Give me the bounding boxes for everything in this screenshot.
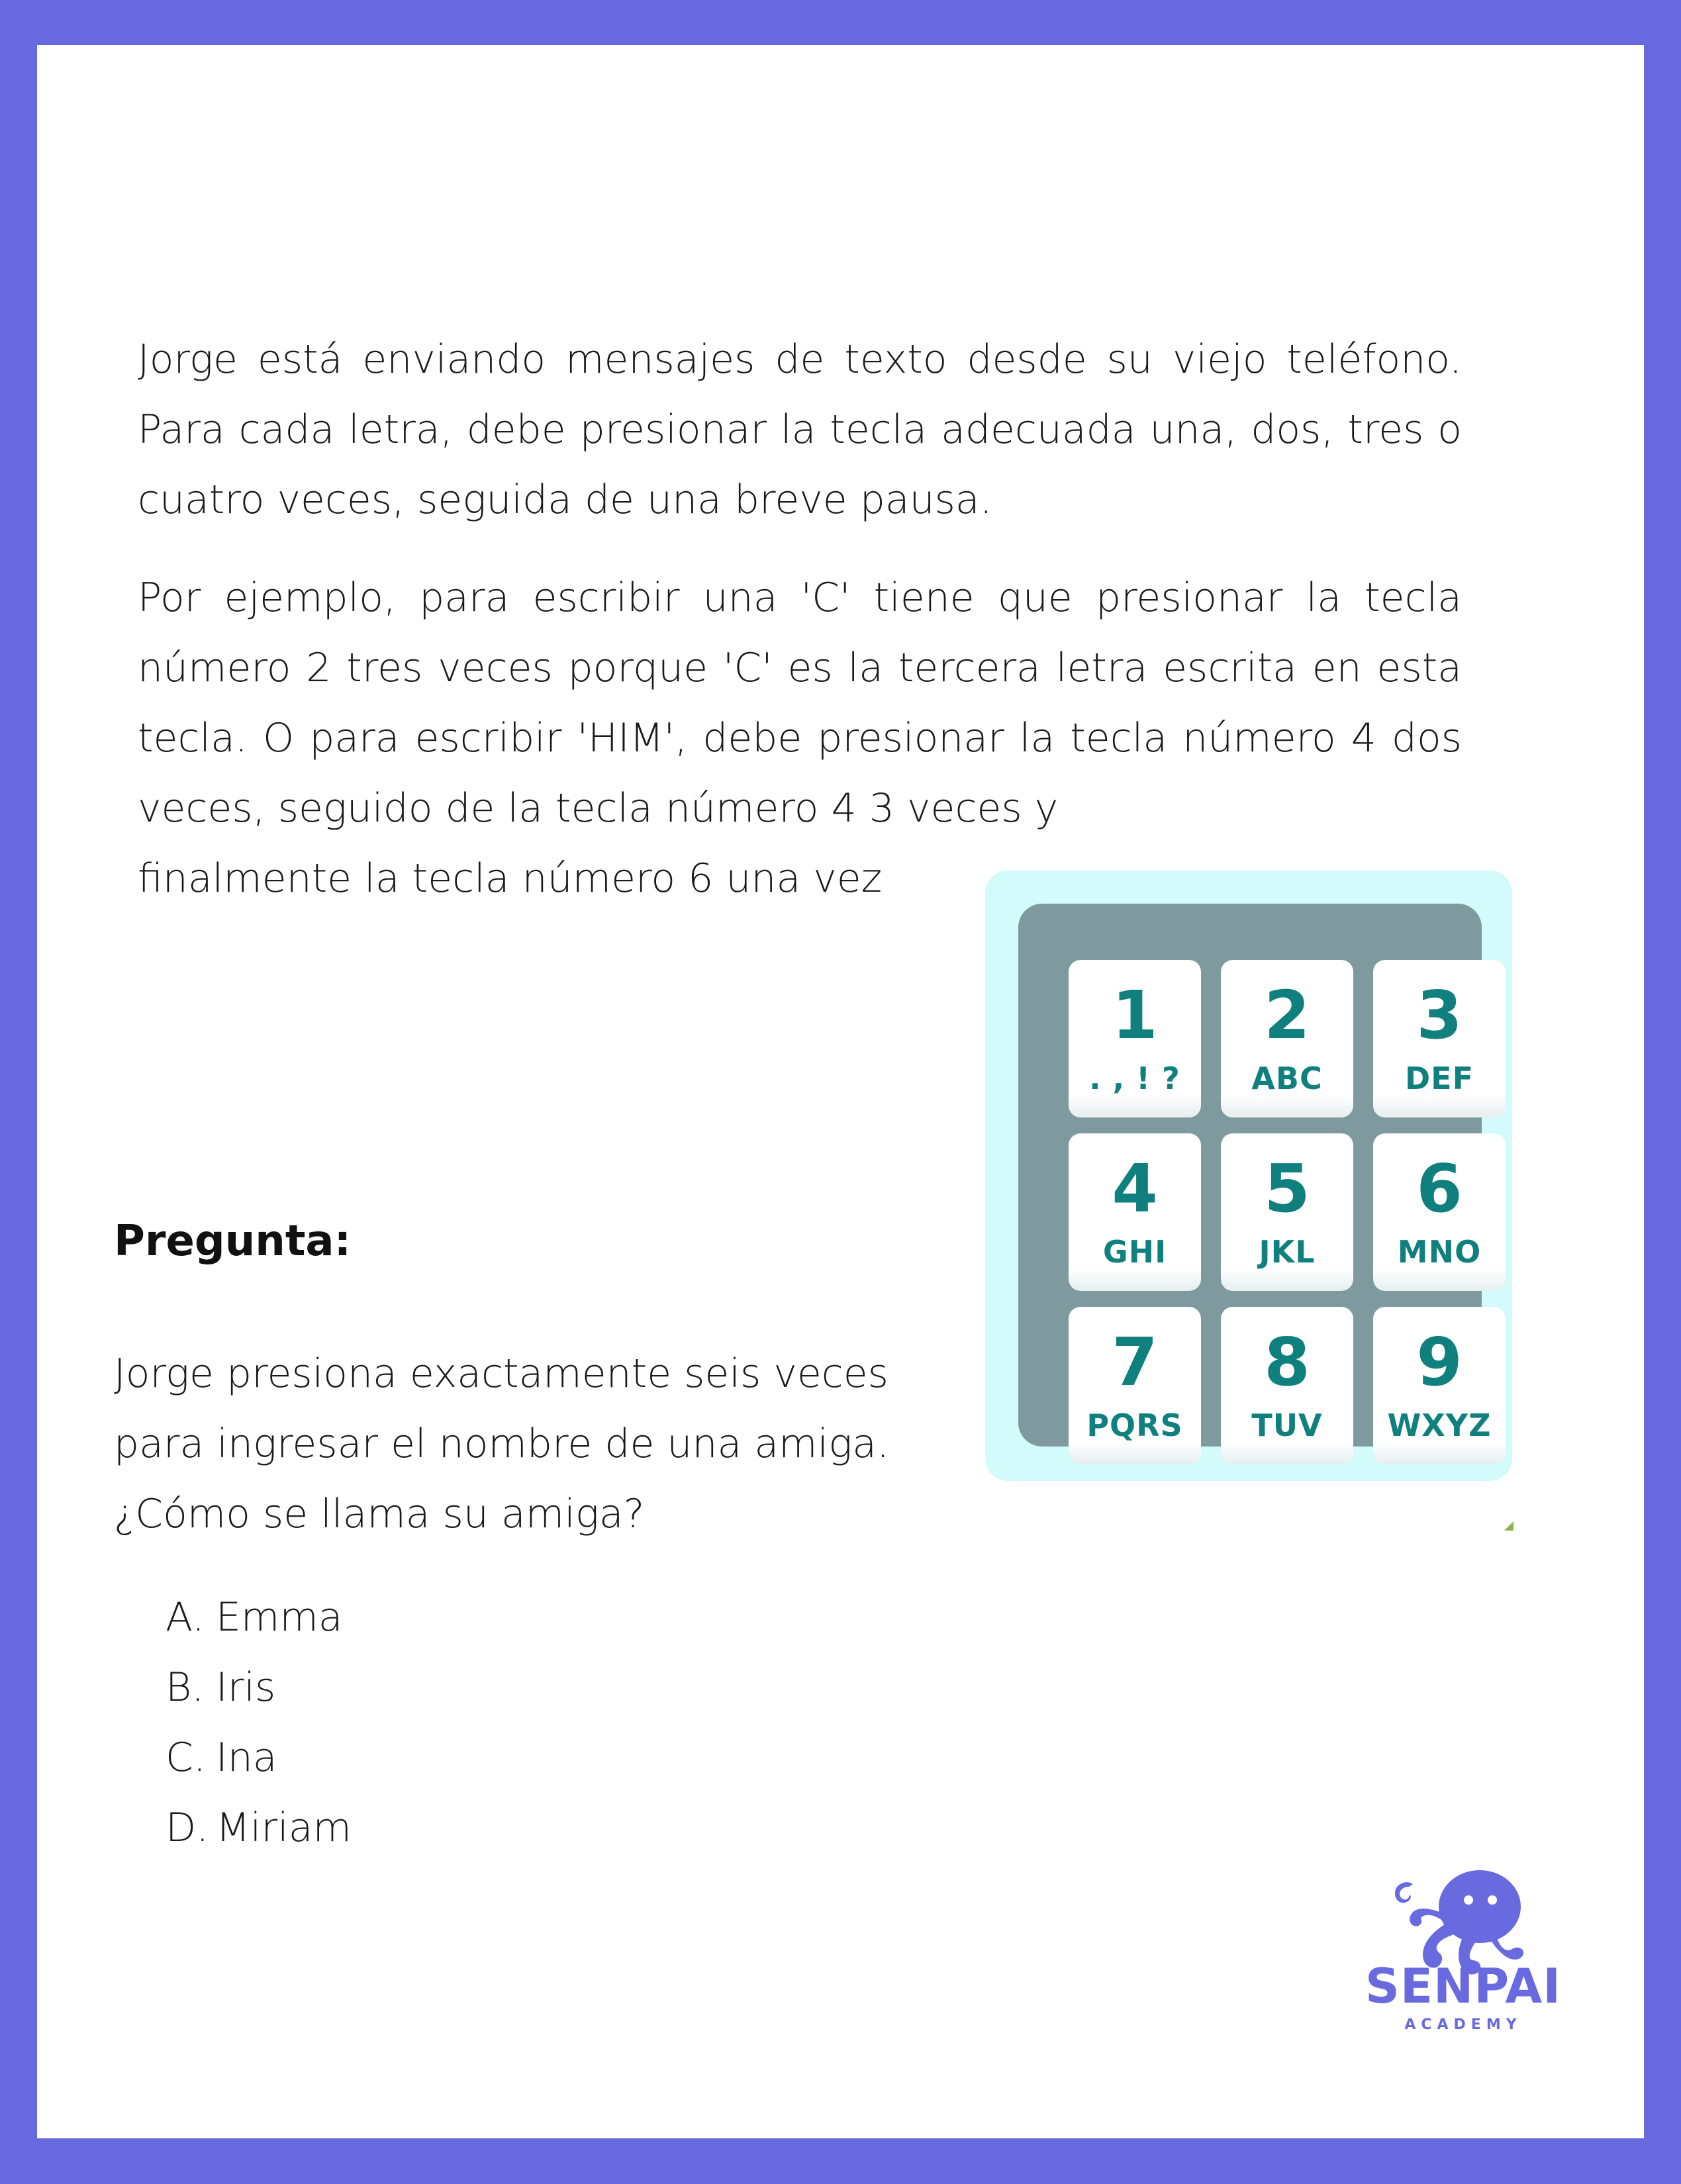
option-d[interactable]: D. Miriam	[166, 1793, 352, 1863]
key-letters: GHI	[1102, 1234, 1167, 1270]
key-number: 4	[1112, 1150, 1158, 1227]
problem-paragraph-2: Por ejemplo, para escribir una 'C' tiene…	[138, 575, 1462, 831]
question-text: Jorge presiona exactamente seis veces pa…	[114, 1339, 1041, 1549]
problem-paragraph-1: Jorge está enviando mensajes de texto de…	[138, 336, 1462, 523]
key-2: 2 ABC	[1221, 960, 1353, 1117]
key-number: 5	[1264, 1150, 1310, 1227]
question-line-1: Jorge presiona exactamente seis veces	[114, 1351, 889, 1397]
key-number: 1	[1112, 976, 1158, 1054]
key-1: 1 . , ! ?	[1069, 960, 1201, 1117]
key-7: 7 PQRS	[1069, 1307, 1201, 1464]
key-number: 9	[1416, 1323, 1463, 1401]
key-letters: PQRS	[1086, 1407, 1183, 1443]
option-a[interactable]: A. Emma	[166, 1582, 352, 1652]
logo-name: SENPAI	[1365, 1958, 1561, 2014]
option-letter: A.	[166, 1594, 205, 1640]
option-letter: C.	[166, 1734, 206, 1781]
option-letter: D.	[166, 1805, 209, 1851]
option-text: Ina	[216, 1734, 277, 1781]
key-letters: ABC	[1251, 1061, 1323, 1096]
key-letters: DEF	[1404, 1061, 1474, 1096]
key-9: 9 WXYZ	[1373, 1307, 1506, 1464]
key-number: 8	[1264, 1323, 1310, 1401]
key-4: 4 GHI	[1069, 1133, 1201, 1291]
question-heading: Pregunta:	[114, 1217, 352, 1266]
question-line-3: ¿Cómo se llama su amiga?	[114, 1491, 645, 1537]
key-letters: . , ! ?	[1089, 1061, 1180, 1096]
key-number: 7	[1112, 1323, 1158, 1401]
key-5: 5 JKL	[1221, 1133, 1353, 1291]
answer-options: A. Emma B. Iris C. Ina D. Miriam	[166, 1582, 352, 1863]
corner-marker	[1504, 1521, 1513, 1531]
logo-subtitle: ACADEMY	[1404, 2017, 1522, 2033]
key-letters: MNO	[1397, 1234, 1482, 1270]
option-c[interactable]: C. Ina	[166, 1723, 352, 1793]
key-6: 6 MNO	[1373, 1133, 1506, 1291]
option-letter: B.	[166, 1664, 205, 1711]
key-number: 2	[1264, 976, 1310, 1054]
question-line-2: para ingresar el nombre de una amiga.	[114, 1421, 890, 1467]
key-number: 3	[1416, 976, 1463, 1054]
key-3: 3 DEF	[1373, 960, 1506, 1117]
option-text: Iris	[216, 1664, 276, 1711]
key-number: 6	[1416, 1150, 1463, 1227]
option-text: Emma	[216, 1594, 343, 1640]
key-letters: WXYZ	[1387, 1407, 1492, 1443]
key-letters: TUV	[1251, 1407, 1323, 1443]
option-b[interactable]: B. Iris	[166, 1652, 352, 1723]
key-letters: JKL	[1259, 1234, 1316, 1270]
key-8: 8 TUV	[1221, 1307, 1353, 1464]
option-text: Miriam	[216, 1805, 352, 1851]
